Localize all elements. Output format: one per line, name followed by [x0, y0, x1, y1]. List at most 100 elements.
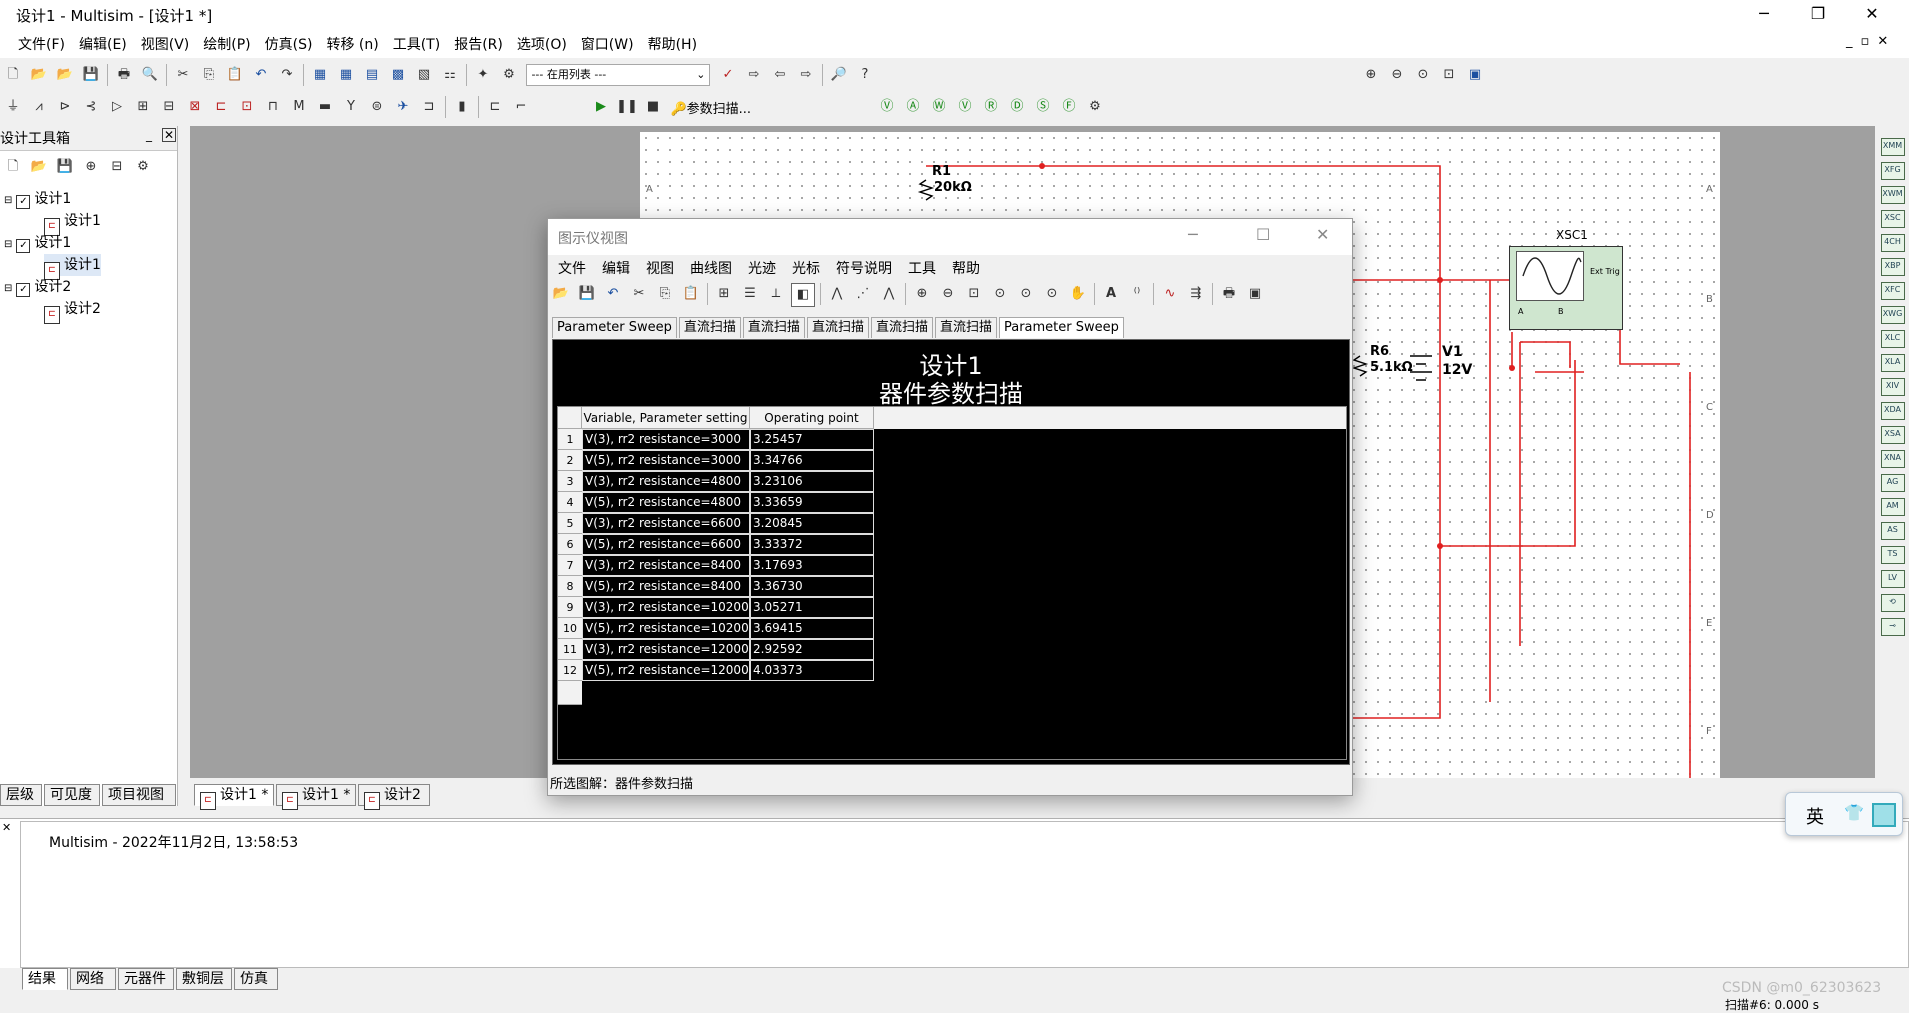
- cell-variable[interactable]: V(3), rr2 resistance=12000: [582, 639, 750, 660]
- row-number[interactable]: 11: [558, 639, 582, 660]
- transistor-icon[interactable]: ⊰: [80, 96, 102, 118]
- wire-icon[interactable]: ⌐: [510, 96, 532, 118]
- column-header-value[interactable]: Operating point value: [750, 407, 874, 447]
- function-generator-icon[interactable]: XFG: [1880, 162, 1905, 180]
- row-number[interactable]: 7: [558, 555, 582, 576]
- cmos-icon[interactable]: ⊟: [158, 96, 180, 118]
- menu-view[interactable]: 视图(V): [134, 30, 197, 58]
- undo-icon[interactable]: ↶: [602, 283, 624, 305]
- r6-label[interactable]: R6: [1370, 344, 1389, 359]
- tab-parameter-sweep[interactable]: Parameter Sweep: [552, 317, 677, 338]
- grapher-menu-graph[interactable]: 曲线图: [680, 255, 738, 278]
- new-design-icon[interactable]: 🗋: [2, 156, 24, 178]
- oscilloscope-icon[interactable]: XSC: [1880, 210, 1905, 228]
- print-icon[interactable]: 🖶: [1218, 283, 1240, 305]
- menu-window[interactable]: 窗口(W): [574, 30, 641, 58]
- grapher-maximize-button[interactable]: ☐: [1256, 225, 1270, 244]
- grapher-menu-view[interactable]: 视图: [636, 255, 680, 278]
- zoom-out-icon[interactable]: ⊖: [1386, 64, 1408, 86]
- tab-sheet-2[interactable]: ⊏ 设计1 *: [276, 784, 356, 810]
- cell-variable[interactable]: V(5), rr2 resistance=3000: [582, 450, 750, 471]
- row-number[interactable]: 1: [558, 429, 582, 450]
- menu-edit[interactable]: 编辑(E): [72, 30, 134, 58]
- electromechanical-icon[interactable]: ⊜: [366, 96, 388, 118]
- cell-variable[interactable]: V(3), rr2 resistance=6600: [582, 513, 750, 534]
- cell-variable[interactable]: V(5), rr2 resistance=10200: [582, 618, 750, 639]
- probe-differential-icon[interactable]: Ⓥ: [954, 96, 976, 118]
- paste-icon[interactable]: 📋: [680, 283, 702, 305]
- cell-value[interactable]: 2.92592: [750, 639, 874, 660]
- cut-icon[interactable]: ✂: [172, 64, 194, 86]
- labview-icon[interactable]: LV: [1880, 570, 1905, 588]
- copy-icon[interactable]: ⎘: [654, 283, 676, 305]
- new-icon[interactable]: 🗋: [2, 64, 24, 86]
- save-icon[interactable]: 💾: [576, 283, 598, 305]
- current-probe-icon[interactable]: ⟲: [1880, 594, 1905, 612]
- zoom-x-icon[interactable]: ⊙: [989, 283, 1011, 305]
- forward-annotate-icon[interactable]: ⇨: [743, 64, 765, 86]
- zoom-fit-icon[interactable]: ⊡: [1438, 64, 1460, 86]
- new-page-icon[interactable]: ⊕: [80, 156, 102, 178]
- open-design-icon[interactable]: 📂: [28, 156, 50, 178]
- row-number[interactable]: 9: [558, 597, 582, 618]
- restore-button[interactable]: ❐: [1791, 0, 1845, 30]
- gear-icon[interactable]: ⚙: [1084, 96, 1106, 118]
- database-manager-icon[interactable]: ⚙: [498, 64, 520, 86]
- antenna-icon[interactable]: Y: [340, 96, 362, 118]
- delete-page-icon[interactable]: ⊟: [106, 156, 128, 178]
- probe-settings-icon[interactable]: Ⓕ: [1058, 96, 1080, 118]
- grapher-menu-edit[interactable]: 编辑: [592, 255, 636, 278]
- grapher-menu-tools[interactable]: 工具: [898, 255, 942, 278]
- grapher-close-button[interactable]: ✕: [1316, 225, 1329, 244]
- reverse-colors-icon[interactable]: ◧: [791, 283, 815, 307]
- tab-nets[interactable]: 网络: [70, 968, 116, 990]
- tab-components[interactable]: 元器件: [118, 968, 174, 990]
- network-analyzer-icon[interactable]: XNA: [1880, 450, 1905, 468]
- pan-icon[interactable]: ✋: [1067, 283, 1089, 305]
- source-icon[interactable]: ⏚: [2, 96, 24, 118]
- open-sample-icon[interactable]: 📂: [54, 64, 76, 86]
- checkbox-icon[interactable]: ✓: [16, 283, 31, 297]
- tab-dc-sweep[interactable]: 直流扫描: [742, 317, 805, 338]
- redo-icon[interactable]: ↷: [276, 64, 298, 86]
- tree-sheet-2[interactable]: ⊏ 设计1: [44, 254, 101, 280]
- print-icon[interactable]: 🖶: [113, 64, 135, 86]
- stop-icon[interactable]: ■: [642, 96, 664, 118]
- toolbox-toggle-icon[interactable]: ▦: [309, 64, 331, 86]
- in-use-list-select[interactable]: --- 在用列表 --- ⌄: [526, 64, 711, 86]
- spreadsheet-icon[interactable]: ▦: [335, 64, 357, 86]
- tree-design-1[interactable]: ⊟ ✓ 设计1: [4, 188, 71, 210]
- menu-help[interactable]: 帮助(H): [641, 30, 704, 58]
- tektronix-scope-icon[interactable]: TS: [1880, 546, 1905, 564]
- cell-variable[interactable]: V(3), rr2 resistance=10200: [582, 597, 750, 618]
- save-design-icon[interactable]: 💾: [54, 156, 76, 178]
- back-annotate-icon[interactable]: ⇦: [769, 64, 791, 86]
- undo-icon[interactable]: ↶: [250, 64, 272, 86]
- menu-place[interactable]: 绘制(P): [196, 30, 257, 58]
- hierarchical-block-icon[interactable]: ▮: [451, 96, 473, 118]
- diode-icon[interactable]: ⊳: [54, 96, 76, 118]
- indicator-icon[interactable]: ⊓: [262, 96, 284, 118]
- waveform-icon[interactable]: ⁽⁾: [1126, 283, 1148, 305]
- panel-close-icon[interactable]: ✕: [2, 821, 11, 834]
- row-number[interactable]: 10: [558, 618, 582, 639]
- r1-label[interactable]: R1: [932, 164, 951, 179]
- pause-icon[interactable]: ❚❚: [616, 96, 638, 118]
- cell-value[interactable]: 3.34766: [750, 450, 874, 471]
- mixed-icon[interactable]: ⊡: [236, 96, 258, 118]
- misc-icon[interactable]: M: [288, 96, 310, 118]
- menu-reports[interactable]: 报告(R): [447, 30, 510, 58]
- overlay-icon[interactable]: ∿: [1159, 283, 1181, 305]
- ttl-icon[interactable]: ⊞: [132, 96, 154, 118]
- open-icon[interactable]: 📂: [28, 64, 50, 86]
- v1-value[interactable]: 12V: [1442, 362, 1472, 378]
- tab-parameter-sweep-active[interactable]: Parameter Sweep: [998, 317, 1124, 338]
- find-icon[interactable]: 🔎: [828, 64, 850, 86]
- spectrum-analyzer-icon[interactable]: XSA: [1880, 426, 1905, 444]
- row-number[interactable]: 3: [558, 471, 582, 492]
- zoom-area-icon[interactable]: ⊙: [1041, 283, 1063, 305]
- mcu-icon[interactable]: ⊠: [184, 96, 206, 118]
- row-number[interactable]: 5: [558, 513, 582, 534]
- paste-icon[interactable]: 📋: [224, 64, 246, 86]
- cell-value[interactable]: 3.25457: [750, 429, 874, 450]
